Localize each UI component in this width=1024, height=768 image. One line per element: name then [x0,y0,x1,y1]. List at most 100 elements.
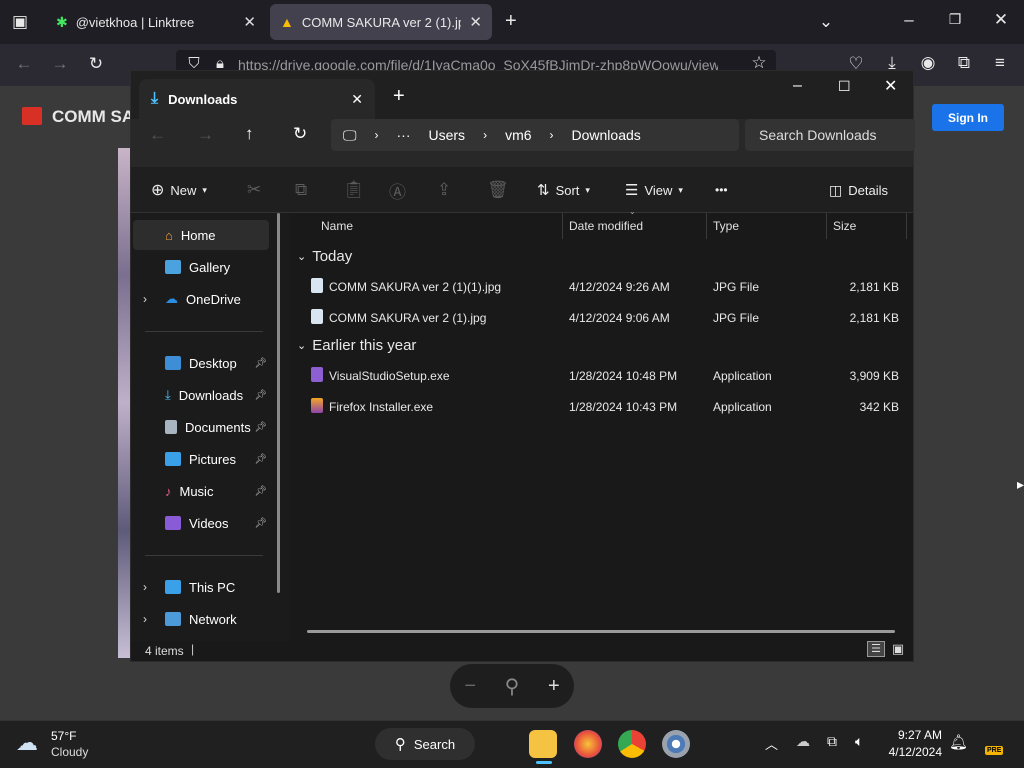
sidebar-item-pictures[interactable]: Pictures 📌︎ [133,444,269,474]
pin-icon[interactable]: 📌︎ [254,422,267,433]
column-header-date[interactable]: Date modified [569,219,643,233]
volume-muted-icon[interactable]: 🔈︎ [855,733,863,750]
notification-bell-icon[interactable]: 🔔︎ [949,733,968,751]
back-icon[interactable]: ← [12,54,36,74]
explorer-minimize-icon[interactable]: – [793,77,802,95]
breadcrumb-users[interactable]: Users [429,127,466,143]
sidebar-item-desktop[interactable]: Desktop 📌︎ [133,348,269,378]
breadcrumb-more[interactable]: ··· [397,127,411,143]
sidebar-item-music[interactable]: ♪ Music 📌︎ [133,476,269,506]
more-options-button[interactable]: ••• [715,175,728,205]
cut-icon[interactable]: ✂ [247,175,261,205]
breadcrumb-downloads[interactable]: Downloads [572,127,641,143]
sidebar-item-gallery[interactable]: Gallery [133,252,269,282]
clock-date[interactable]: 4/12/2024 [876,745,942,759]
chevron-right-icon[interactable]: › [143,580,147,594]
column-header-name[interactable]: Name [321,219,353,233]
sidebar-item-network[interactable]: › Network [133,604,269,634]
show-hidden-icons-chevron-icon[interactable]: ︿ [765,734,778,753]
explorer-close-icon[interactable]: ✕ [884,76,897,96]
sidebar-item-videos[interactable]: Videos 📌︎ [133,508,269,538]
forward-icon[interactable]: → [48,54,72,74]
sidebar-item-downloads[interactable]: ⤓ Downloads 📌︎ [133,380,269,410]
details-button[interactable]: ◫ Details [829,175,888,205]
explorer-maximize-icon[interactable]: ☐ [838,78,851,95]
sidebar-item-onedrive[interactable]: › ☁ OneDrive [133,284,269,314]
settings-app-icon[interactable] [662,730,690,758]
horizontal-scrollbar[interactable] [307,630,895,633]
file-explorer-app-icon[interactable] [529,730,557,758]
file-row[interactable]: COMM SAKURA ver 2 (1)(1).jpg 4/12/2024 9… [307,271,903,301]
explorer-tab-downloads[interactable]: ⤓ Downloads ✕ [139,79,375,119]
menu-icon[interactable]: ≡ [988,53,1012,73]
weather-desc[interactable]: Cloudy [51,745,88,759]
clock-time[interactable]: 9:27 AM [882,728,942,742]
new-tab-button[interactable]: + [505,10,517,33]
onedrive-offline-icon[interactable]: ☁ [796,733,810,750]
column-divider[interactable] [906,213,907,239]
group-header-today[interactable]: ⌄ Today [297,248,352,265]
file-row[interactable]: Firefox Installer.exe 1/28/2024 10:43 PM… [307,391,903,421]
details-view-icon[interactable]: ☰ [867,641,885,657]
pin-icon[interactable]: 📌︎ [254,390,267,401]
tiles-view-icon[interactable]: ▣ [889,641,907,657]
new-explorer-tab-button[interactable]: + [393,85,405,108]
network-display-icon[interactable]: ⧉ [827,733,837,750]
paste-icon[interactable]: 📋︎ [343,175,365,205]
column-divider[interactable] [562,213,563,239]
firefox-app-icon[interactable] [574,730,602,758]
share-icon[interactable]: ⇪ [437,175,451,205]
sort-button[interactable]: ⇅ Sort ▾ [537,175,590,205]
sign-in-button[interactable]: Sign In [932,104,1004,131]
file-row[interactable]: VisualStudioSetup.exe 1/28/2024 10:48 PM… [307,360,903,390]
tab-drive-file[interactable]: ▲ COMM SAKURA ver 2 (1).jpg - ✕ [270,4,492,40]
maximize-icon[interactable]: ❐ [943,11,967,28]
chevron-right-icon[interactable]: › [143,612,147,626]
pin-icon[interactable]: 📌︎ [254,454,267,465]
account-icon[interactable]: ◉ [916,53,940,73]
file-row[interactable]: COMM SAKURA ver 2 (1).jpg 4/12/2024 9:06… [307,302,903,332]
taskbar-search[interactable]: ⚲ Search [375,728,475,760]
pin-icon[interactable]: 📌︎ [254,358,267,369]
up-icon[interactable]: ↑ [245,124,254,144]
sidebar-item-documents[interactable]: Documents 📌︎ [133,412,269,442]
explorer-back-icon[interactable]: ← [149,125,166,145]
weather-temp[interactable]: 57°F [51,729,76,743]
breadcrumb-vm6[interactable]: vm6 [505,127,531,143]
group-header-earlier[interactable]: ⌄ Earlier this year [297,337,416,354]
chrome-app-icon[interactable] [618,730,646,758]
tab-close-icon[interactable]: ✕ [469,13,482,31]
pin-icon[interactable]: 📌︎ [254,486,267,497]
search-downloads-input[interactable]: Search Downloads [745,119,915,151]
cloud-weather-icon[interactable]: ☁ [16,730,38,756]
column-divider[interactable] [826,213,827,239]
tab-overview-icon[interactable]: ▣ [8,12,32,32]
sidebar-scrollbar[interactable] [277,213,280,593]
tab-list-chevron-icon[interactable]: ⌄ [814,12,838,32]
tab-close-icon[interactable]: ✕ [351,91,363,108]
refresh-icon[interactable]: ↻ [293,124,307,144]
sidebar-item-thispc[interactable]: › This PC [133,572,269,602]
chevron-right-icon[interactable]: › [143,292,147,306]
tab-close-icon[interactable]: ✕ [243,13,256,31]
tab-linktree[interactable]: ✱ @vietkhoa | Linktree ✕ [46,4,266,40]
zoom-in-icon[interactable]: + [548,675,560,698]
delete-icon[interactable]: 🗑︎ [487,175,509,205]
column-header-type[interactable]: Type [713,219,739,233]
rename-icon[interactable]: Ⓐ [389,175,406,205]
sidebar-item-home[interactable]: ⌂ Home [133,220,269,250]
pin-icon[interactable]: 📌︎ [254,518,267,529]
zoom-out-icon[interactable]: − [464,675,476,698]
column-divider[interactable] [706,213,707,239]
address-bar[interactable]: 🖵︎ › ··· Users › vm6 › Downloads [331,119,739,151]
reload-icon[interactable]: ↻ [84,54,108,74]
view-button[interactable]: ☰ View ▾ [625,175,683,205]
new-button[interactable]: ⊕ New ▾ [151,175,207,205]
column-header-size[interactable]: Size [833,219,856,233]
minimize-icon[interactable]: – [897,10,921,30]
extensions-icon[interactable]: ⧉ [952,53,976,73]
zoom-reset-icon[interactable]: ⚲ [505,674,520,699]
close-window-icon[interactable]: ✕ [989,10,1013,30]
explorer-forward-icon[interactable]: → [197,125,214,145]
copy-icon[interactable]: ⧉ [295,175,307,205]
